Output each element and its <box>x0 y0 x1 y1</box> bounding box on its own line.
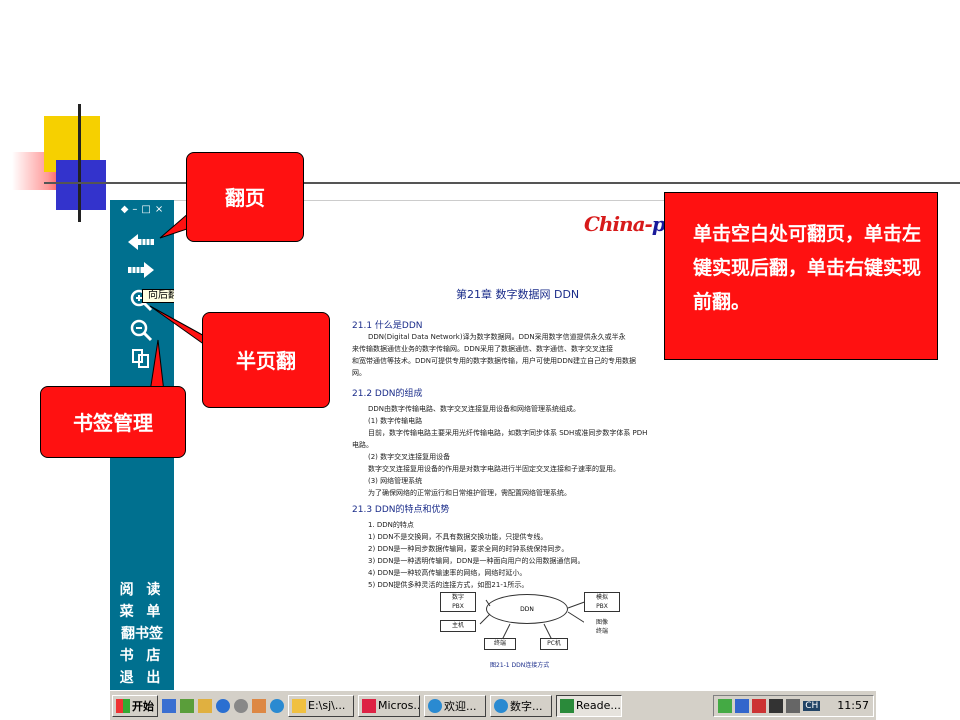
quicklaunch-icon[interactable] <box>252 698 266 713</box>
volume-icon[interactable] <box>786 698 801 713</box>
language-indicator[interactable]: CH <box>803 700 821 711</box>
start-button[interactable]: 开始 <box>112 694 158 717</box>
quicklaunch-icon[interactable] <box>216 698 230 713</box>
callout-half-page: 半页翻 <box>202 312 330 408</box>
tray-icon[interactable] <box>769 698 784 713</box>
windows-taskbar: 开始 E:\sj\... Micros... 欢迎... 数字... Reade… <box>110 690 876 720</box>
task-reader[interactable]: Reade... <box>556 694 622 717</box>
system-tray: CH 11:57 <box>713 694 874 717</box>
start-label: 开始 <box>132 699 154 713</box>
tray-icon[interactable] <box>735 698 750 713</box>
task-powerpoint[interactable]: Micros... <box>358 694 420 717</box>
ie-icon <box>428 698 442 713</box>
callout-usage-tip: 单击空白处可翻页，单击左键实现后翻，单击右键实现前翻。 <box>664 192 938 360</box>
callout-pointers <box>149 211 213 393</box>
reader-icon <box>560 698 574 713</box>
tray-icon[interactable] <box>752 698 767 713</box>
callout-page-turn: 翻页 <box>186 152 304 242</box>
tray-icon[interactable] <box>718 698 733 713</box>
quicklaunch-icon[interactable] <box>198 698 212 713</box>
windows-logo-icon <box>116 698 130 713</box>
task-explorer[interactable]: E:\sj\... <box>288 694 354 717</box>
ie-icon <box>494 698 508 713</box>
callout-bookmark: 书签管理 <box>40 386 186 458</box>
powerpoint-icon <box>362 698 376 713</box>
folder-icon <box>292 698 306 713</box>
ie-icon[interactable] <box>270 698 284 713</box>
task-welcome[interactable]: 欢迎... <box>424 694 486 717</box>
clock[interactable]: 11:57 <box>837 699 869 712</box>
quicklaunch-icon[interactable] <box>234 698 248 713</box>
task-digital[interactable]: 数字... <box>490 694 552 717</box>
quicklaunch-icon[interactable] <box>180 698 194 713</box>
quicklaunch-icon[interactable] <box>162 698 176 713</box>
